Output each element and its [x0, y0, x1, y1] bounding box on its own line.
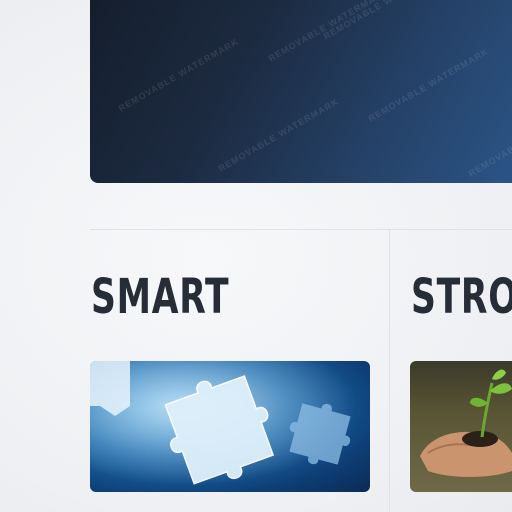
watermark-text: REMOVABLE WATERMARK [366, 46, 491, 124]
watermark-text: REMOVABLE WATERMARK [466, 101, 512, 179]
column-divider [389, 229, 390, 512]
puzzle-pieces-image[interactable] [90, 361, 370, 492]
watermark-text: REMOVABLE WATERMARK [116, 36, 241, 114]
watermark-text: REMOVABLE WATERMARK [321, 0, 446, 42]
watermark-text: REMOVABLE WATERMARK [266, 0, 391, 64]
plant-illustration [420, 369, 512, 477]
watermark-text: REMOVABLE WATERMARK [216, 96, 341, 174]
hero-banner: REMOVABLE WATERMARK REMOVABLE WATERMARK … [90, 0, 512, 183]
feature-title-strong: STRO [411, 269, 512, 325]
puzzle-illustration [90, 361, 370, 492]
feature-title-smart: SMART [91, 269, 230, 325]
section-divider [90, 229, 512, 230]
plant-in-hand-image[interactable] [410, 361, 512, 492]
page: REMOVABLE WATERMARK REMOVABLE WATERMARK … [0, 0, 512, 512]
